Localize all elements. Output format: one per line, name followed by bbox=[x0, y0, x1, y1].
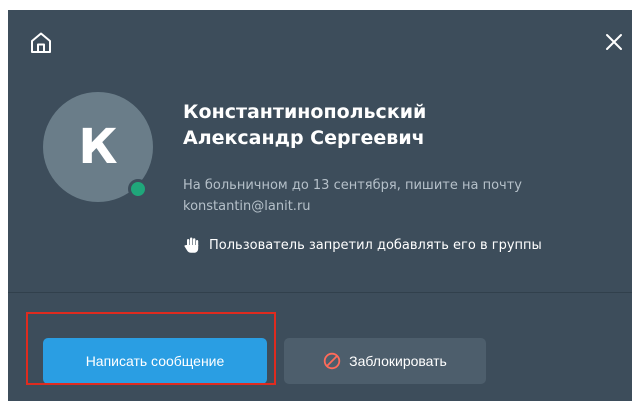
highlight-box bbox=[26, 312, 276, 385]
home-button[interactable] bbox=[26, 28, 56, 58]
user-name-line1: Константинопольский bbox=[183, 101, 427, 123]
close-icon bbox=[606, 34, 622, 50]
group-restriction-text: Пользователь запретил добавлять его в гр… bbox=[209, 237, 542, 253]
block-icon bbox=[323, 352, 341, 370]
online-status-indicator bbox=[128, 179, 148, 199]
group-restriction-note: Пользователь запретил добавлять его в гр… bbox=[183, 236, 542, 254]
user-name: Константинопольский Александр Сергеевич bbox=[183, 99, 603, 151]
home-icon bbox=[31, 32, 51, 53]
user-status-message: На больничном до 13 сентября, пишите на … bbox=[183, 175, 603, 217]
close-button[interactable] bbox=[602, 30, 626, 54]
status-line2: konstantin@lanit.ru bbox=[183, 199, 311, 214]
avatar-initial: К bbox=[78, 119, 118, 175]
status-line1: На больничном до 13 сентября, пишите на … bbox=[183, 178, 522, 193]
hand-stop-icon bbox=[183, 236, 201, 254]
block-user-label: Заблокировать bbox=[349, 353, 447, 369]
block-user-button[interactable]: Заблокировать bbox=[284, 338, 486, 384]
user-name-line2: Александр Сергеевич bbox=[183, 127, 425, 149]
